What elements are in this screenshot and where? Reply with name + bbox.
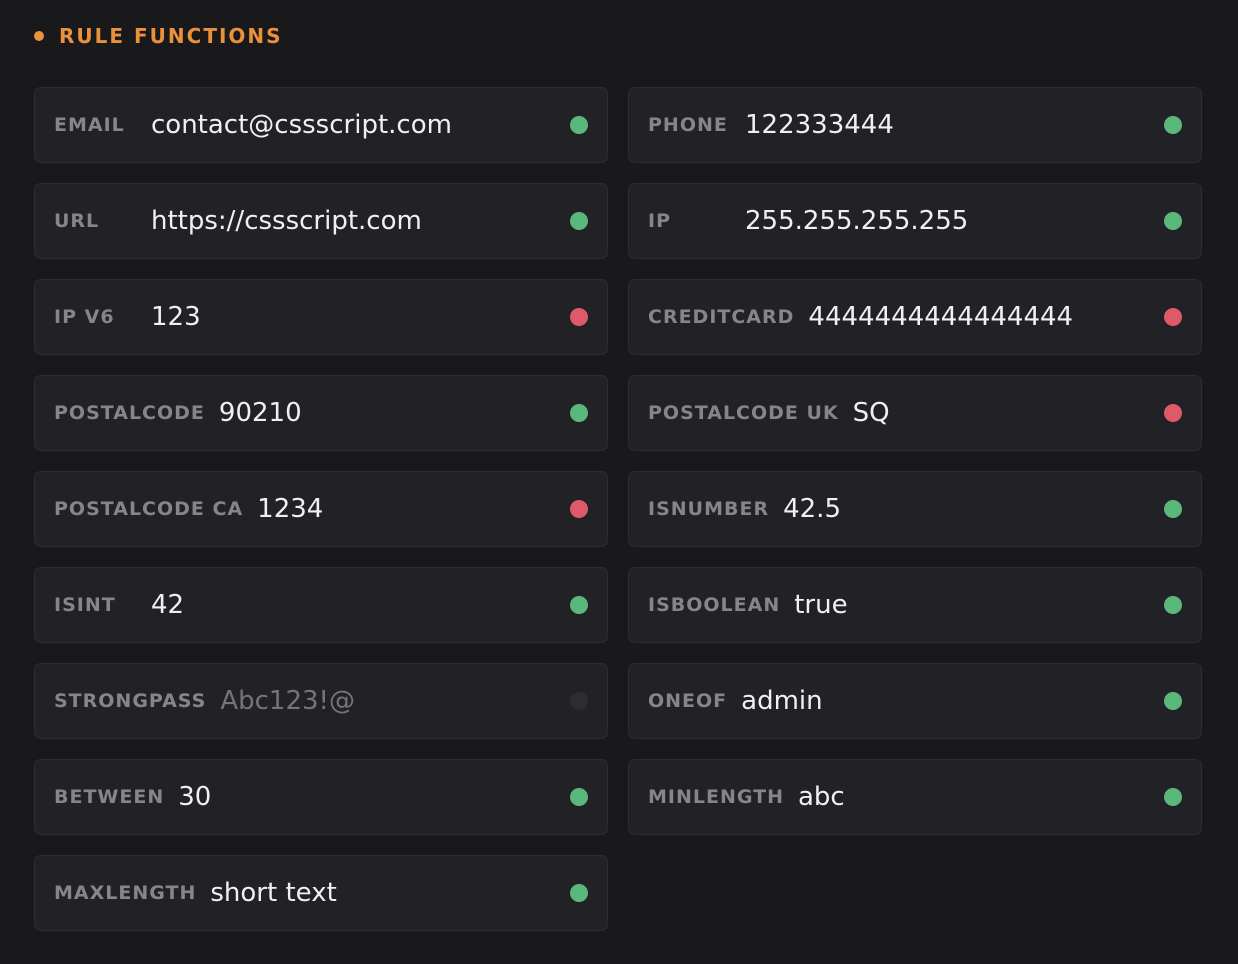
- maxlength-label: MAXLENGTH: [54, 882, 197, 904]
- oneof-label: ONEOF: [648, 690, 728, 712]
- status-indicator-icon: [1164, 692, 1182, 710]
- postalcode-ca-label: POSTALCODE CA: [54, 498, 244, 520]
- strongpass-input[interactable]: [220, 681, 570, 721]
- status-indicator-icon: [570, 692, 588, 710]
- ip-v6-input[interactable]: [151, 297, 570, 337]
- minlength-input[interactable]: [798, 777, 1164, 817]
- email-label: EMAIL: [54, 114, 125, 136]
- ip-label: IP: [648, 210, 671, 232]
- section-header: RULE FUNCTIONS: [34, 22, 283, 50]
- field-postalcode-uk: POSTALCODE UK: [628, 375, 1202, 451]
- email-input[interactable]: [151, 105, 570, 145]
- field-isnumber: ISNUMBER: [628, 471, 1202, 547]
- ip-v6-label: IP V6: [54, 306, 115, 328]
- isint-input[interactable]: [151, 585, 570, 625]
- field-isint: ISINT: [34, 567, 608, 643]
- status-indicator-icon: [570, 788, 588, 806]
- between-label: BETWEEN: [54, 786, 165, 808]
- field-postalcode-ca: POSTALCODE CA: [34, 471, 608, 547]
- field-maxlength: MAXLENGTH: [34, 855, 608, 931]
- ip-input[interactable]: [745, 201, 1164, 241]
- field-strongpass: STRONGPASS: [34, 663, 608, 739]
- isnumber-input[interactable]: [783, 489, 1164, 529]
- field-ip: IP: [628, 183, 1202, 259]
- phone-input[interactable]: [745, 105, 1164, 145]
- status-indicator-icon: [1164, 116, 1182, 134]
- isboolean-input[interactable]: [794, 585, 1164, 625]
- field-phone: PHONE: [628, 87, 1202, 163]
- status-indicator-icon: [570, 404, 588, 422]
- section-bullet-icon: [34, 31, 44, 41]
- maxlength-input[interactable]: [210, 873, 570, 913]
- status-indicator-icon: [1164, 788, 1182, 806]
- isboolean-label: ISBOOLEAN: [648, 594, 781, 616]
- field-creditcard: CREDITCARD: [628, 279, 1202, 355]
- field-isboolean: ISBOOLEAN: [628, 567, 1202, 643]
- postalcode-uk-label: POSTALCODE UK: [648, 402, 839, 424]
- between-input[interactable]: [178, 777, 570, 817]
- field-email: EMAIL: [34, 87, 608, 163]
- url-input[interactable]: [151, 201, 570, 241]
- isint-label: ISINT: [54, 594, 116, 616]
- strongpass-label: STRONGPASS: [54, 690, 207, 712]
- rule-fields-grid: EMAIL PHONE URL IP IP V6 CREDITCARD POSTALCODE…: [34, 87, 1202, 931]
- postalcode-ca-input[interactable]: [257, 489, 570, 529]
- field-between: BETWEEN: [34, 759, 608, 835]
- creditcard-input[interactable]: [808, 297, 1164, 337]
- status-indicator-icon: [570, 596, 588, 614]
- url-label: URL: [54, 210, 100, 232]
- creditcard-label: CREDITCARD: [648, 306, 795, 328]
- status-indicator-icon: [1164, 404, 1182, 422]
- postalcode-input[interactable]: [218, 393, 570, 433]
- status-indicator-icon: [570, 500, 588, 518]
- isnumber-label: ISNUMBER: [648, 498, 770, 520]
- status-indicator-icon: [1164, 596, 1182, 614]
- minlength-label: MINLENGTH: [648, 786, 784, 808]
- field-minlength: MINLENGTH: [628, 759, 1202, 835]
- postalcode-label: POSTALCODE: [54, 402, 205, 424]
- status-indicator-icon: [570, 212, 588, 230]
- phone-label: PHONE: [648, 114, 728, 136]
- section-title: RULE FUNCTIONS: [59, 24, 283, 48]
- oneof-input[interactable]: [741, 681, 1164, 721]
- field-oneof: ONEOF: [628, 663, 1202, 739]
- postalcode-uk-input[interactable]: [852, 393, 1164, 433]
- status-indicator-icon: [570, 116, 588, 134]
- status-indicator-icon: [570, 884, 588, 902]
- field-postalcode: POSTALCODE: [34, 375, 608, 451]
- status-indicator-icon: [1164, 212, 1182, 230]
- field-url: URL: [34, 183, 608, 259]
- status-indicator-icon: [570, 308, 588, 326]
- status-indicator-icon: [1164, 308, 1182, 326]
- status-indicator-icon: [1164, 500, 1182, 518]
- field-ip-v6: IP V6: [34, 279, 608, 355]
